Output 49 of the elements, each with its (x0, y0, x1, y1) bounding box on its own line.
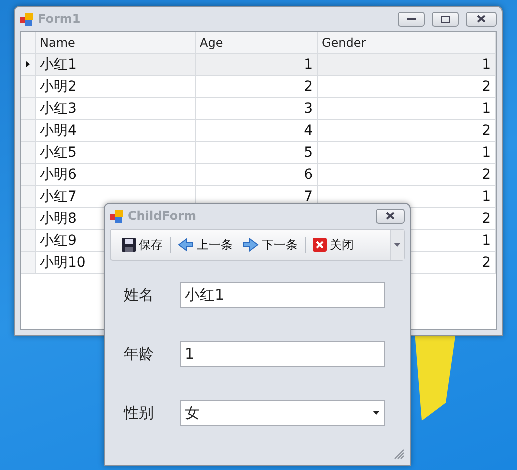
row-header[interactable] (21, 54, 36, 75)
app-icon (20, 12, 33, 26)
table-cell: 5 (196, 142, 318, 163)
right-arrow-icon (243, 238, 259, 252)
overflow-button[interactable] (390, 230, 404, 260)
table-cell: 2 (318, 76, 496, 97)
field-label: 姓名 (124, 286, 155, 304)
maximize-icon (441, 16, 450, 22)
field-label: 年龄 (124, 344, 155, 364)
dropdown-arrow-icon (373, 411, 380, 415)
column-header[interactable]: Name (36, 32, 196, 53)
close-icon (477, 15, 486, 23)
close-button[interactable] (466, 12, 497, 26)
window-title: Form1 (38, 12, 82, 26)
text-field[interactable]: 小红1 (180, 282, 385, 308)
resize-grip-icon[interactable] (394, 449, 405, 460)
minimize-icon (407, 18, 416, 20)
toolbar-button[interactable]: 下一条 (240, 234, 301, 256)
table-cell: 小明6 (36, 164, 196, 185)
table-cell: 2 (196, 76, 318, 97)
field-label: 性别 (124, 404, 155, 422)
table-cell: 6 (196, 164, 318, 185)
table-cell: 小红3 (36, 98, 196, 119)
text-field[interactable]: 1 (180, 341, 385, 367)
table-cell: 小红1 (36, 54, 196, 75)
table-cell: 1 (318, 98, 496, 119)
table-cell: 4 (196, 120, 318, 141)
close-icon (386, 212, 395, 220)
minimize-button[interactable] (398, 12, 425, 26)
table-cell: 1 (318, 54, 496, 75)
close-icon (313, 238, 327, 252)
close-button[interactable] (376, 208, 405, 224)
table-cell: 小明4 (36, 120, 196, 141)
current-row-icon (26, 61, 30, 68)
column-header[interactable]: Age (196, 32, 318, 53)
maximize-button[interactable] (432, 12, 459, 26)
table-cell: 2 (318, 120, 496, 141)
column-header[interactable]: Gender (318, 32, 496, 53)
table-cell: 1 (318, 142, 496, 163)
table-cell: 小红5 (36, 142, 196, 163)
window-title: ChildForm (128, 209, 198, 223)
left-arrow-icon (178, 238, 194, 252)
table-cell: 小明2 (36, 76, 196, 97)
caret-icon (394, 243, 401, 247)
table-cell: 2 (318, 164, 496, 185)
dropdown[interactable]: 女 (180, 400, 385, 426)
table-cell: 1 (196, 54, 318, 75)
app-icon (110, 210, 123, 222)
table-cell: 3 (196, 98, 318, 119)
